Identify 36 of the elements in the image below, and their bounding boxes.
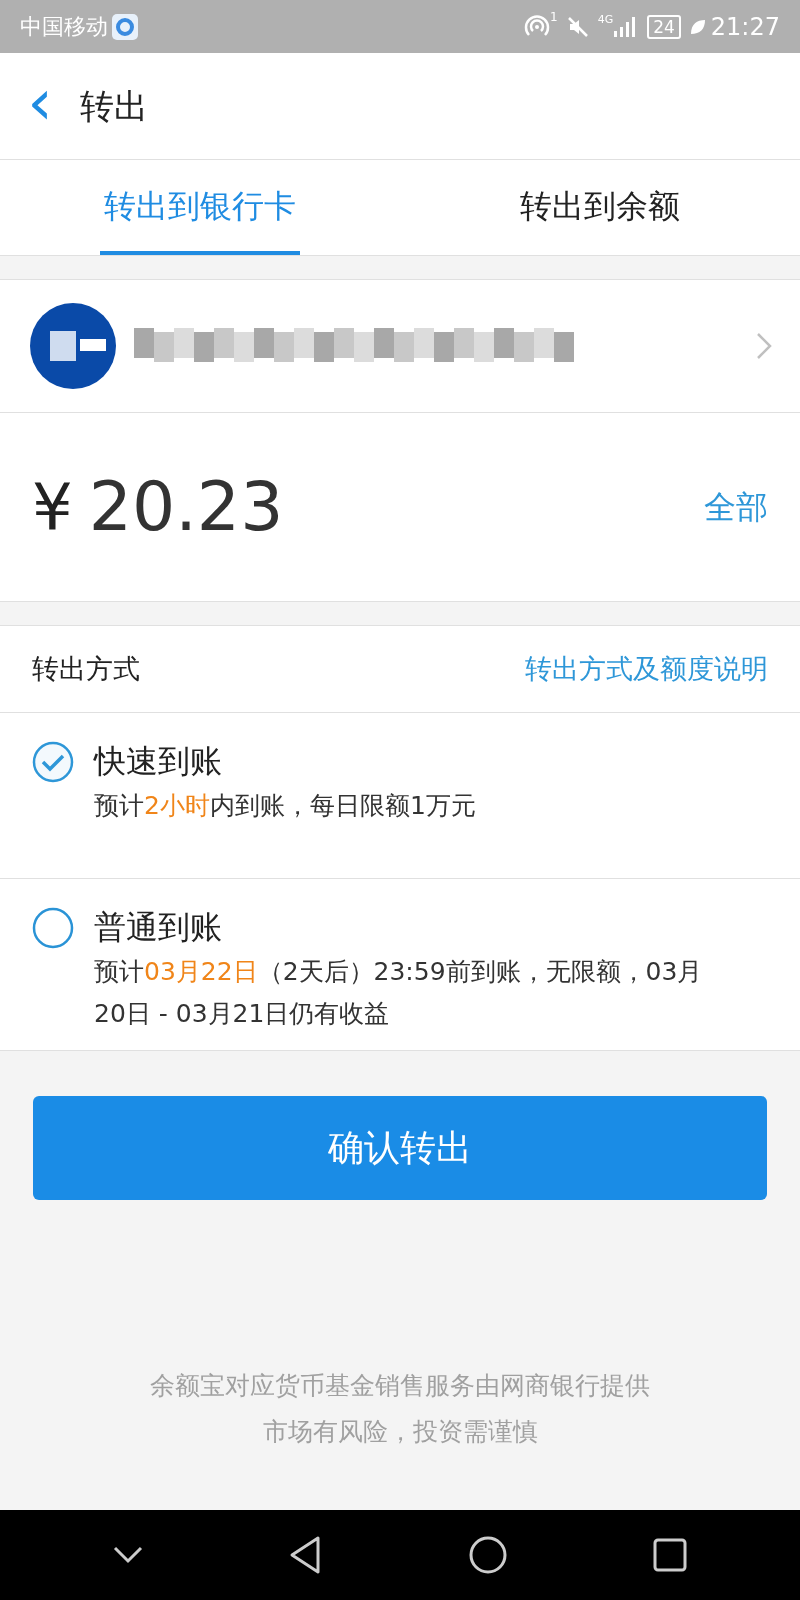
all-link[interactable]: 全部 [704, 483, 768, 531]
recent-apps-icon[interactable] [653, 1538, 688, 1572]
tab[interactable]: 转出到银行卡 [100, 160, 300, 255]
transfer-option[interactable]: 普通到账 预计03月22日（2天后）23:59前到账，无限额，03月20日 - 03月21日仍有收益 [0, 879, 800, 1051]
back-icon[interactable] [288, 1535, 323, 1575]
radio-button[interactable] [32, 907, 74, 949]
confirm-button[interactable]: 确认转出 [33, 1096, 767, 1200]
option-title: 快速到账 [94, 741, 223, 782]
option-description: 预计2小时内到账，每日限额1万元 [94, 790, 477, 822]
leaf-icon [688, 17, 707, 36]
home-icon[interactable] [467, 1535, 508, 1575]
page-title: 转出 [80, 84, 148, 128]
hotspot-count: 1 [550, 9, 558, 26]
chevron-right-icon [756, 332, 772, 360]
mute-icon [565, 14, 590, 39]
back-button[interactable]: ‹ [0, 53, 80, 159]
bank-card-row[interactable] [0, 279, 800, 413]
clock: 21:27 [710, 11, 780, 43]
currency-symbol: ¥ [32, 469, 73, 546]
help-link[interactable]: 转出方式及额度说明 [525, 648, 768, 690]
bank-logo-icon [28, 301, 118, 391]
method-label: 转出方式 [32, 651, 140, 686]
footer-note: 市场有风险，投资需谨慎 [262, 1416, 538, 1448]
footer-note: 余额宝对应货币基金销售服务由网商银行提供 [150, 1370, 650, 1402]
network-type: 4G [597, 12, 614, 28]
chevron-down-icon[interactable] [112, 1546, 143, 1564]
option-title: 普通到账 [94, 907, 223, 948]
signal-icon [613, 15, 636, 38]
amount-value: 20.23 [88, 466, 284, 548]
battery-level: 24 [647, 14, 681, 39]
transfer-option[interactable]: 快速到账 预计2小时内到账，每日限额1万元 [0, 713, 800, 879]
option-description: 预计03月22日（2天后）23:59前到账，无限额，03月20日 - 03月21日仍有收益 [94, 956, 704, 1030]
app-icon [112, 13, 138, 40]
tab[interactable]: 转出到余额 [516, 160, 684, 255]
radio-button[interactable] [32, 741, 74, 783]
carrier-name: 中国移动 [20, 13, 108, 41]
